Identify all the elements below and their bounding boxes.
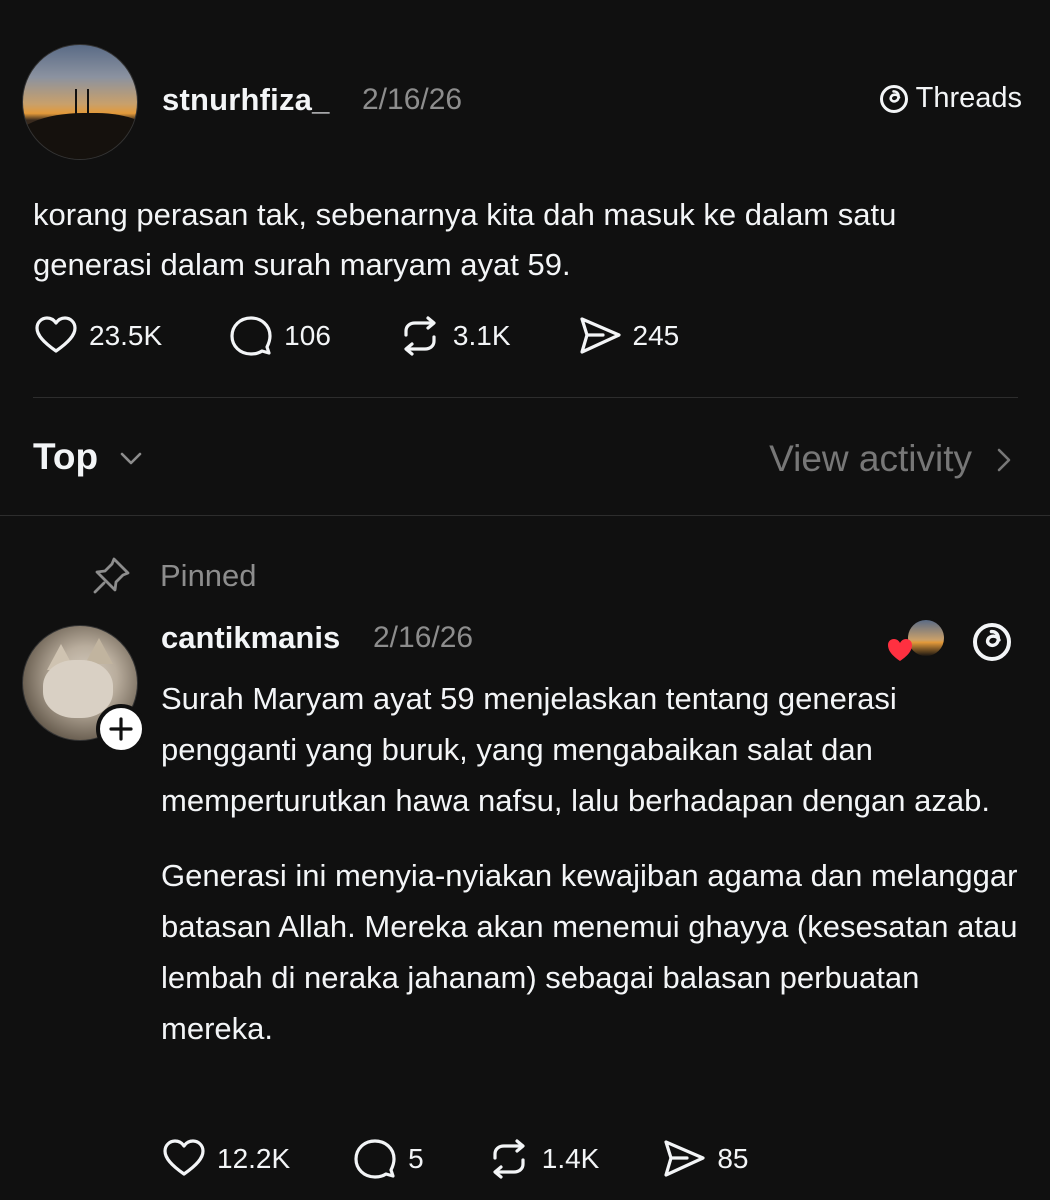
view-activity-link[interactable]: View activity <box>769 438 972 480</box>
like-count: 23.5K <box>89 320 163 351</box>
comment-icon <box>354 1139 396 1179</box>
threads-brand-link[interactable]: Threads <box>878 82 1022 115</box>
pin-icon <box>93 557 130 594</box>
reply-share-count: 85 <box>717 1143 749 1174</box>
divider <box>0 515 1050 516</box>
reply-author-username[interactable]: cantikmanis <box>161 620 340 656</box>
author-username[interactable]: stnurhfiza_ <box>162 82 330 118</box>
liked-by-author-indicator <box>886 618 948 664</box>
reply-repost-count: 1.4K <box>541 1143 600 1174</box>
share-count: 245 <box>632 320 680 351</box>
share-icon <box>664 1140 705 1177</box>
reply-repost-button[interactable]: 1.4K <box>486 1136 600 1182</box>
divider <box>33 397 1018 398</box>
repost-count: 3.1K <box>452 320 511 351</box>
reply-share-button[interactable]: 85 <box>661 1136 749 1182</box>
reply-paragraph: Surah Maryam ayat 59 menjelaskan tentang… <box>161 681 990 818</box>
pinned-label: Pinned <box>160 558 257 593</box>
reply-reply-button[interactable]: 5 <box>352 1136 424 1182</box>
repost-button[interactable]: 3.1K <box>397 313 511 359</box>
sort-dropdown[interactable]: Top <box>33 436 98 478</box>
post-body-text: korang perasan tak, sebenarnya kita dah … <box>33 197 897 282</box>
like-button[interactable]: 23.5K <box>33 313 162 359</box>
post-date: 2/16/26 <box>362 83 463 116</box>
pinned-indicator: Pinned <box>90 555 257 597</box>
heart-filled-icon <box>888 639 912 661</box>
reply-like-button[interactable]: 12.2K <box>161 1136 290 1182</box>
plus-icon <box>109 717 133 741</box>
reply-reply-count: 5 <box>408 1143 424 1174</box>
threads-post-page: stnurhfiza_ 2/16/26 Threads korang peras… <box>0 0 1050 1200</box>
repost-icon <box>493 1139 525 1179</box>
heart-icon <box>163 1139 205 1176</box>
reply-date: 2/16/26 <box>373 621 474 654</box>
comment-icon <box>230 316 272 356</box>
share-icon <box>579 317 621 354</box>
reply-paragraph: Generasi ini menyia-nyiakan kewajiban ag… <box>161 858 1018 1046</box>
sort-row: Top View activity <box>33 430 1018 486</box>
reply-like-count: 12.2K <box>217 1143 291 1174</box>
reply-body-text: Surah Maryam ayat 59 menjelaskan tentang… <box>161 673 1031 1054</box>
reply-action-bar: 12.2K 5 1.4K 85 <box>161 1136 811 1182</box>
chevron-down-icon[interactable] <box>117 444 145 472</box>
author-avatar[interactable] <box>22 44 138 160</box>
chevron-right-icon[interactable] <box>990 444 1018 476</box>
reply-count: 106 <box>284 320 331 351</box>
reply-button[interactable]: 106 <box>228 313 331 359</box>
threads-logo-icon[interactable] <box>970 620 1014 664</box>
follow-button[interactable] <box>96 704 146 754</box>
threads-logo-icon <box>879 84 908 113</box>
heart-icon <box>35 316 77 353</box>
repost-icon <box>404 316 436 356</box>
post-action-bar: 23.5K 106 3.1K 245 <box>33 313 745 359</box>
threads-brand-label: Threads <box>915 82 1022 114</box>
share-button[interactable]: 245 <box>577 313 680 359</box>
post-header: stnurhfiza_ 2/16/26 Threads <box>22 44 1022 160</box>
